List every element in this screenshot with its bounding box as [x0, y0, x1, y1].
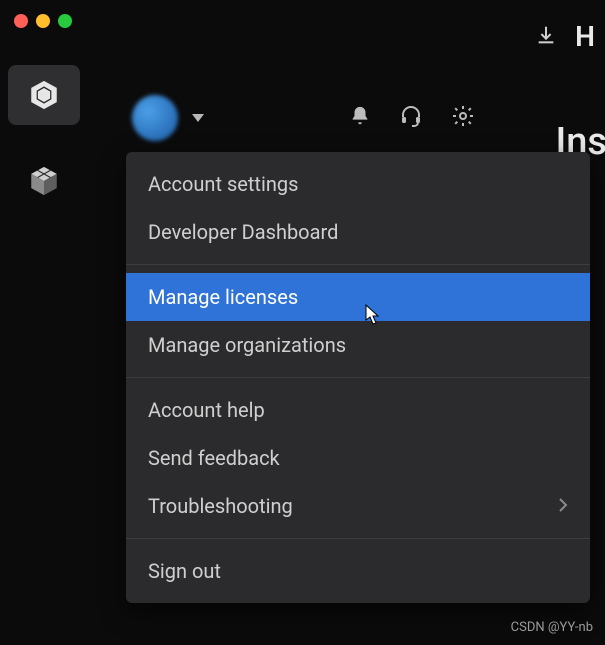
menu-item-manage-licenses[interactable]: Manage licenses [126, 273, 590, 321]
menu-item-troubleshooting[interactable]: Troubleshooting [126, 482, 590, 530]
menu-item-account-settings[interactable]: Account settings [126, 160, 590, 208]
account-header-row [132, 88, 605, 148]
menu-item-account-help[interactable]: Account help [126, 386, 590, 434]
rail-cube-icon[interactable] [8, 151, 80, 211]
maximize-window-button[interactable] [58, 14, 72, 28]
gear-icon[interactable] [451, 104, 475, 132]
close-window-button[interactable] [14, 14, 28, 28]
left-rail [0, 55, 88, 211]
account-dropdown-caret-icon[interactable] [192, 114, 204, 122]
minimize-window-button[interactable] [36, 14, 50, 28]
menu-item-label: Developer Dashboard [148, 220, 338, 244]
menu-item-label: Troubleshooting [148, 494, 293, 518]
download-icon[interactable] [535, 24, 557, 50]
chevron-right-icon [558, 494, 568, 518]
menu-item-sign-out[interactable]: Sign out [126, 547, 590, 595]
menu-item-label: Account help [148, 398, 265, 422]
account-dropdown-menu: Account settings Developer Dashboard Man… [126, 152, 590, 603]
avatar[interactable] [132, 95, 178, 141]
menu-item-label: Send feedback [148, 446, 280, 470]
menu-item-manage-organizations[interactable]: Manage organizations [126, 321, 590, 369]
window-controls [14, 14, 72, 28]
menu-item-developer-dashboard[interactable]: Developer Dashboard [126, 208, 590, 256]
partial-letter: H [575, 20, 595, 53]
menu-item-label: Account settings [148, 172, 298, 196]
support-headset-icon[interactable] [399, 104, 423, 132]
menu-item-label: Manage licenses [148, 285, 298, 309]
menu-item-send-feedback[interactable]: Send feedback [126, 434, 590, 482]
watermark: CSDN @YY-nb [511, 620, 593, 635]
menu-item-label: Sign out [148, 559, 221, 583]
top-right-controls: H [535, 20, 595, 53]
bell-icon[interactable] [349, 105, 371, 131]
menu-item-label: Manage organizations [148, 333, 346, 357]
rail-unity-hub-icon[interactable] [8, 65, 80, 125]
